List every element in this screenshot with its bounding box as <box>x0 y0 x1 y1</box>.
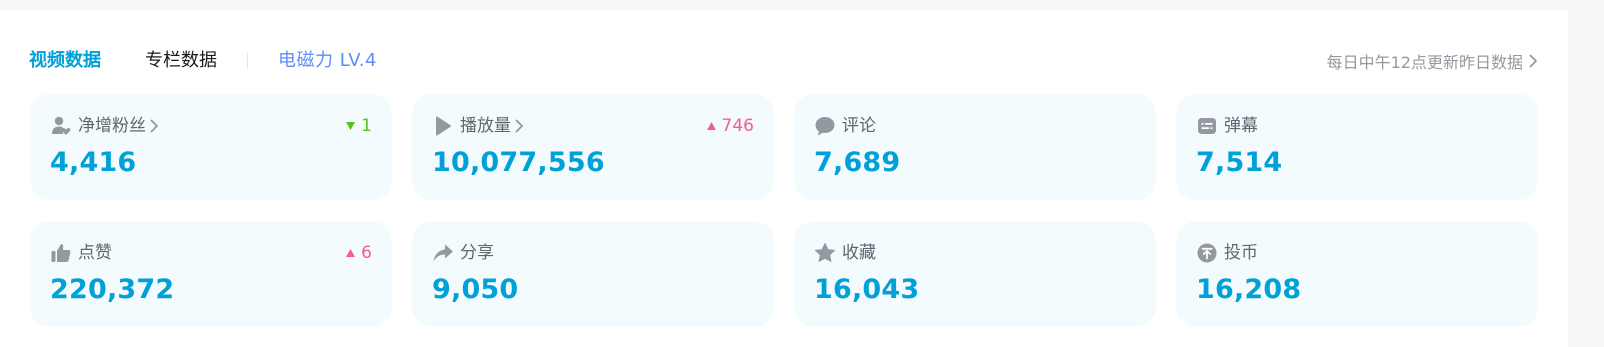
tab-column-data[interactable]: 专栏数据 <box>145 48 217 74</box>
stat-card-plays[interactable]: 播放量 746 10,077,556 <box>412 94 774 200</box>
stat-label: 收藏 <box>842 243 876 263</box>
stat-value: 10,077,556 <box>432 147 605 178</box>
stat-card-header: 弹幕 <box>1196 114 1258 138</box>
stat-label: 分享 <box>460 243 494 263</box>
stat-card-shares: 分享 9,050 <box>412 221 774 327</box>
stat-delta-value: 746 <box>721 116 754 136</box>
triangle-up-icon <box>706 122 716 130</box>
fans-icon <box>50 115 72 137</box>
stat-card-coins: 投币 16,208 <box>1176 221 1538 327</box>
triangle-up-icon <box>346 249 356 257</box>
stat-card-header: 分享 <box>432 241 494 265</box>
tab-divider <box>247 53 248 69</box>
stat-value: 7,514 <box>1196 147 1283 178</box>
stat-card-danmaku: 弹幕 7,514 <box>1176 94 1538 200</box>
stat-value: 16,043 <box>814 274 920 305</box>
share-icon <box>432 242 454 264</box>
stat-card-header: 收藏 <box>814 241 876 265</box>
stat-value: 220,372 <box>50 274 175 305</box>
stat-card-header: 评论 <box>814 114 876 138</box>
stat-label: 点赞 <box>78 243 112 263</box>
favorite-icon <box>814 242 836 264</box>
stat-card-header[interactable]: 播放量 <box>432 114 524 138</box>
stat-delta: 746 <box>706 114 754 138</box>
stat-label: 投币 <box>1224 243 1258 263</box>
stat-delta: 6 <box>346 241 372 265</box>
stat-value: 4,416 <box>50 147 137 178</box>
like-icon <box>50 242 72 264</box>
tab-video-data[interactable]: 视频数据 <box>29 48 101 74</box>
chevron-right-icon <box>515 119 524 133</box>
level-badge[interactable]: 电磁力 LV.4 <box>278 48 377 74</box>
stat-value: 7,689 <box>814 147 901 178</box>
stat-delta: 1 <box>346 114 372 138</box>
stat-label: 评论 <box>842 116 876 136</box>
stat-card-fans[interactable]: 净增粉丝 1 4,416 <box>30 94 392 200</box>
chevron-right-icon <box>1529 54 1537 68</box>
stat-card-header[interactable]: 净增粉丝 <box>50 114 159 138</box>
play-icon <box>432 115 454 137</box>
stat-label: 弹幕 <box>1224 116 1258 136</box>
stat-card-favorites: 收藏 16,043 <box>794 221 1156 327</box>
chevron-right-icon <box>150 119 159 133</box>
stat-value: 9,050 <box>432 274 519 305</box>
danmaku-icon <box>1196 115 1218 137</box>
stat-delta-value: 6 <box>361 243 372 263</box>
stat-card-comments: 评论 7,689 <box>794 94 1156 200</box>
stat-label: 播放量 <box>460 116 511 136</box>
triangle-down-icon <box>346 122 356 130</box>
coin-icon <box>1196 242 1218 264</box>
stat-card-header: 投币 <box>1196 241 1258 265</box>
update-note-text: 每日中午12点更新昨日数据 <box>1326 53 1523 72</box>
data-tabs: 视频数据 专栏数据 电磁力 LV.4 <box>29 48 377 74</box>
data-panel: 视频数据 专栏数据 电磁力 LV.4 每日中午12点更新昨日数据 净增粉丝 1 … <box>0 10 1568 347</box>
comment-icon <box>814 115 836 137</box>
stat-label: 净增粉丝 <box>78 116 146 136</box>
stat-delta-value: 1 <box>361 116 372 136</box>
stat-card-likes: 点赞 6 220,372 <box>30 221 392 327</box>
update-note-link[interactable]: 每日中午12点更新昨日数据 <box>1327 48 1538 74</box>
stat-value: 16,208 <box>1196 274 1302 305</box>
stat-card-header: 点赞 <box>50 241 112 265</box>
